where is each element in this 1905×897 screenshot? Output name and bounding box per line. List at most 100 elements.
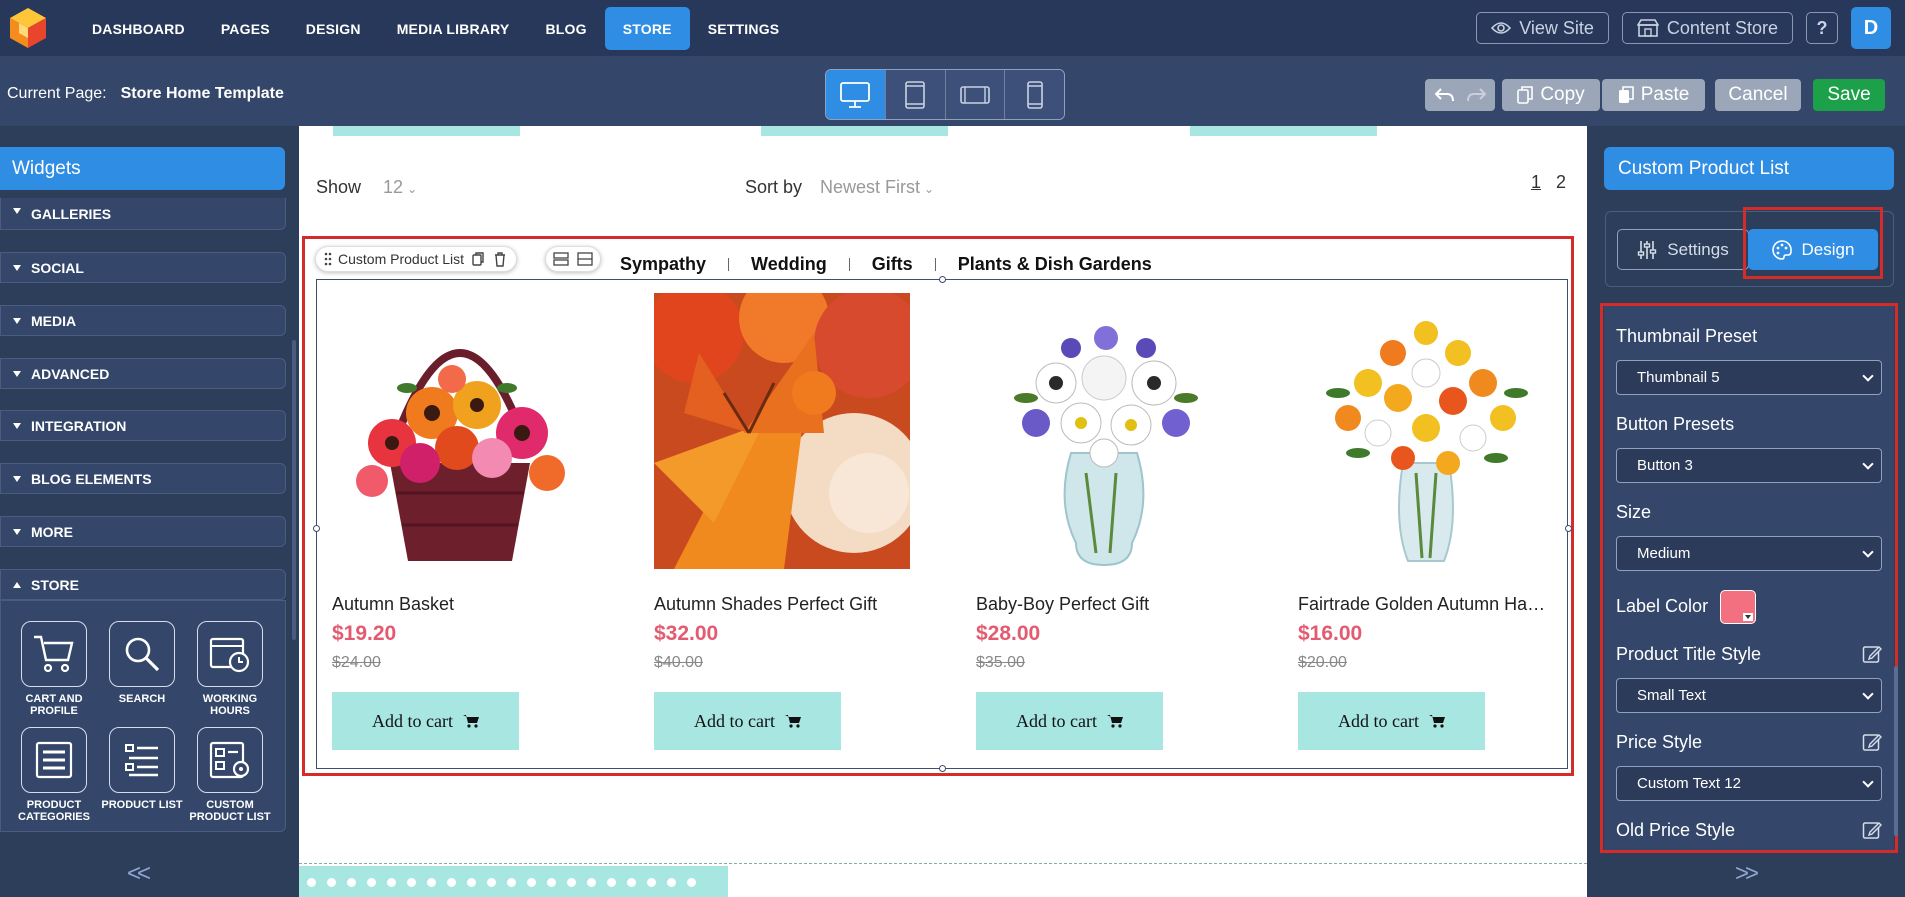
label-color-swatch[interactable]: [1720, 590, 1756, 624]
resize-handle[interactable]: [939, 276, 946, 283]
product-card[interactable]: Autumn Basket $19.20 $24.00 Add to cart: [332, 293, 588, 750]
paste-button[interactable]: Paste: [1602, 79, 1705, 111]
duplicate-icon[interactable]: [470, 251, 486, 267]
custom-list-gear-icon: [197, 727, 263, 793]
product-title-style-select[interactable]: Small Text: [1616, 678, 1882, 713]
tab-settings[interactable]: Settings: [1617, 229, 1749, 270]
category-tab[interactable]: Gifts: [872, 254, 913, 275]
category-tab[interactable]: Sympathy: [620, 254, 706, 275]
top-navigation: DASHBOARD PAGES DESIGN MEDIA LIBRARY BLO…: [0, 0, 1905, 56]
save-button[interactable]: Save: [1813, 79, 1885, 111]
show-value[interactable]: 12: [383, 177, 403, 197]
widget-search[interactable]: SEARCH: [97, 621, 187, 705]
resize-handle[interactable]: [313, 525, 320, 532]
product-title[interactable]: Autumn Basket: [332, 594, 588, 615]
widget-cart-and-profile[interactable]: CART AND PROFILE: [9, 621, 99, 717]
add-to-cart-button[interactable]: Add to cart: [654, 692, 841, 750]
category-more[interactable]: MORE: [0, 516, 286, 547]
nav-store[interactable]: STORE: [604, 7, 690, 50]
add-to-cart-button[interactable]: Add to cart: [332, 692, 519, 750]
drag-handle-icon[interactable]: [324, 252, 332, 266]
product-image-baby-boy-gift[interactable]: [976, 293, 1232, 569]
product-card[interactable]: Autumn Shades Perfect Gift $32.00 $40.00…: [644, 273, 924, 750]
view-site-button[interactable]: View Site: [1476, 12, 1609, 44]
product-image-autumn-shades[interactable]: [644, 273, 924, 569]
content-store-button[interactable]: Content Store: [1621, 12, 1793, 44]
columns-icon[interactable]: [576, 251, 594, 267]
widget-product-list[interactable]: PRODUCT LIST: [97, 727, 187, 811]
show-count[interactable]: Show 12 ⌄: [316, 177, 417, 198]
product-title[interactable]: Fairtrade Golden Autumn Hand...: [1298, 594, 1554, 615]
copy-label: Copy: [1540, 84, 1585, 105]
category-integration[interactable]: INTEGRATION: [0, 410, 286, 441]
widget-custom-product-list[interactable]: CUSTOM PRODUCT LIST: [185, 727, 275, 823]
widget-product-categories[interactable]: PRODUCT CATEGORIES: [9, 727, 99, 823]
copy-icon: [1517, 86, 1534, 104]
category-galleries[interactable]: GALLERIES: [0, 198, 286, 230]
cancel-button[interactable]: Cancel: [1715, 79, 1801, 111]
device-desktop[interactable]: [826, 70, 886, 119]
app-logo[interactable]: [6, 6, 50, 50]
nav-media-library[interactable]: MEDIA LIBRARY: [379, 7, 528, 50]
product-image-golden-autumn[interactable]: [1298, 293, 1554, 569]
page-link[interactable]: 2: [1556, 172, 1566, 192]
add-to-cart-button[interactable]: Add to cart: [1298, 692, 1485, 750]
nav-pages[interactable]: PAGES: [203, 7, 288, 50]
left-scrollbar[interactable]: [292, 340, 296, 640]
button-presets-select[interactable]: Button 3: [1616, 448, 1882, 483]
resize-handle[interactable]: [939, 765, 946, 772]
sort-value[interactable]: Newest First: [820, 177, 920, 197]
product-card[interactable]: Fairtrade Golden Autumn Hand... $16.00 $…: [1298, 293, 1554, 750]
widget-toolbar-label: Custom Product List: [338, 251, 465, 267]
user-avatar[interactable]: D: [1851, 7, 1891, 49]
edit-icon[interactable]: [1862, 644, 1882, 664]
current-page-label: Current Page:: [7, 85, 107, 102]
paste-label: Paste: [1640, 84, 1690, 105]
button-presets-label: Button Presets: [1616, 414, 1735, 434]
device-tablet-landscape[interactable]: [945, 70, 1006, 119]
page-link[interactable]: 1: [1531, 172, 1541, 192]
edit-icon[interactable]: [1862, 820, 1882, 840]
right-scrollbar[interactable]: [1894, 666, 1898, 836]
category-media[interactable]: MEDIA: [0, 305, 286, 336]
price-style-select[interactable]: Custom Text 12: [1616, 766, 1882, 801]
size-select[interactable]: Medium: [1616, 536, 1882, 571]
edit-icon[interactable]: [1862, 732, 1882, 752]
category-store[interactable]: STORE: [0, 569, 286, 600]
category-blog-elements[interactable]: BLOG ELEMENTS: [0, 463, 286, 494]
rows-icon[interactable]: [552, 251, 570, 267]
product-title[interactable]: Baby-Boy Perfect Gift: [976, 594, 1232, 615]
product-card[interactable]: Baby-Boy Perfect Gift $28.00 $35.00 Add …: [976, 293, 1232, 750]
caret-down-icon: [13, 423, 21, 429]
sort-by[interactable]: Sort by Newest First ⌄: [745, 177, 934, 198]
category-advanced[interactable]: ADVANCED: [0, 358, 286, 389]
category-social[interactable]: SOCIAL: [0, 252, 286, 283]
collapse-left-panel-button[interactable]: <<: [127, 860, 151, 888]
collapse-right-panel-button[interactable]: >>: [1735, 860, 1759, 888]
copy-button[interactable]: Copy: [1502, 79, 1600, 111]
product-image-autumn-basket[interactable]: [332, 293, 588, 569]
redo-icon[interactable]: [1464, 85, 1488, 105]
nav-design[interactable]: DESIGN: [288, 7, 379, 50]
device-tablet[interactable]: [885, 70, 946, 119]
help-button[interactable]: ?: [1806, 12, 1838, 44]
device-mobile[interactable]: [1005, 70, 1064, 119]
tab-divider: [848, 258, 850, 271]
widget-working-hours[interactable]: WORKING HOURS: [185, 621, 275, 717]
nav-dashboard[interactable]: DASHBOARD: [74, 7, 203, 50]
thumbnail-preset-select[interactable]: Thumbnail 5: [1616, 360, 1882, 395]
resize-handle[interactable]: [1565, 525, 1572, 532]
page-canvas[interactable]: Show 12 ⌄ Sort by Newest First ⌄ 12 Custom P…: [299, 126, 1587, 897]
category-label: MEDIA: [31, 312, 77, 329]
select-value: Medium: [1637, 545, 1691, 562]
add-to-cart-button[interactable]: Add to cart: [976, 692, 1163, 750]
category-tab[interactable]: Plants & Dish Gardens: [958, 254, 1152, 275]
category-tab[interactable]: Wedding: [751, 254, 827, 275]
nav-settings[interactable]: SETTINGS: [690, 7, 798, 50]
nav-blog[interactable]: BLOG: [527, 7, 604, 50]
undo-icon[interactable]: [1433, 85, 1457, 105]
teal-strip: [761, 126, 948, 136]
teal-strip: [333, 126, 520, 136]
trash-icon[interactable]: [492, 251, 508, 267]
product-title[interactable]: Autumn Shades Perfect Gift: [654, 594, 910, 615]
